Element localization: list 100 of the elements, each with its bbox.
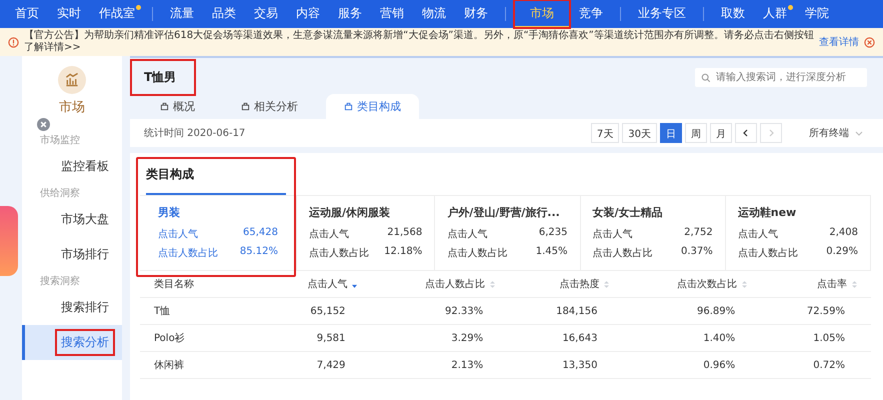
table-cell: 184,156 (556, 306, 598, 316)
sidebar-item[interactable]: 搜索排行 (22, 290, 122, 325)
category-summary[interactable]: 运动服/休闲服装 点击人气 21,568 点击人数占比 12.18% (296, 196, 436, 270)
table-cell: 72.59% (806, 306, 845, 316)
metric-value: 65,428 (243, 227, 278, 240)
metric-value: 2,408 (829, 227, 858, 240)
tab[interactable]: 类目构成 (326, 94, 419, 119)
nav-tab[interactable]: 首页 (6, 0, 48, 28)
nav-tab[interactable]: 财务 (455, 0, 497, 28)
column-header: 类目名称 (154, 278, 194, 291)
sidebar-item[interactable]: 市场大盘 (22, 202, 122, 237)
category-name: 女装/女士精品 (592, 205, 664, 220)
metric-label: 点击人气 (447, 228, 488, 241)
metric-label: 点击人气 (309, 228, 349, 241)
metric-value: 2,752 (684, 227, 713, 240)
category-name: 运动鞋new (738, 205, 798, 220)
nav-tab[interactable]: 取数 (712, 0, 754, 28)
sidebar-group-label: 搜索洞察 (39, 274, 81, 289)
sidebar-item[interactable]: 搜索分析 (22, 325, 122, 360)
metric-label: 点击人数占比 (592, 246, 652, 260)
category-name: 户外/登山/野营/旅行... (447, 205, 561, 220)
column-header[interactable]: 点击率 (817, 277, 847, 291)
nav-tab[interactable]: 物流 (413, 0, 455, 28)
previous-button[interactable] (735, 123, 757, 143)
range-button[interactable]: 日 (660, 123, 682, 143)
nav-tab[interactable]: 竞争 (570, 0, 612, 28)
bag-icon (241, 102, 250, 111)
sidebar-item[interactable]: 市场排行 (22, 237, 122, 272)
tab[interactable]: 概况 (142, 94, 213, 119)
category-name: 男装 (158, 205, 181, 220)
nav-tab[interactable]: 人群 (754, 0, 796, 28)
category-summary[interactable]: 女装/女士精品 点击人气 2,752 点击人数占比 0.37% (580, 196, 726, 270)
sidebar-group-label: 供给洞察 (39, 186, 81, 201)
chevron-down-icon (855, 129, 863, 137)
metric-label: 点击人数占比 (447, 246, 508, 260)
range-button[interactable]: 7天 (590, 123, 620, 143)
tab[interactable]: 相关分析 (223, 94, 316, 119)
nav-tab[interactable]: 内容 (287, 0, 329, 28)
nav-tab[interactable]: 实时 (48, 0, 90, 28)
nav-tab[interactable]: 品类 (203, 0, 245, 28)
column-header[interactable]: 点击次数占比 (677, 277, 738, 291)
metric-value: 85.12% (240, 246, 278, 259)
nav-tab[interactable]: 学院 (796, 0, 838, 28)
bag-icon (344, 102, 353, 111)
close-icon[interactable] (864, 36, 875, 48)
category-name: 运动服/休闲服装 (309, 205, 392, 220)
range-button[interactable]: 周 (685, 123, 707, 143)
sidebar-item[interactable]: 监控看板 (22, 149, 122, 184)
metric-label: 点击人数占比 (309, 246, 369, 260)
info-icon (8, 36, 19, 48)
metric-value: 1.45% (536, 246, 568, 259)
table-cell: 休闲裤 (154, 360, 184, 371)
table-cell: 92.33% (444, 306, 484, 316)
category-summary[interactable]: 男装 点击人气 65,428 点击人数占比 85.12% (140, 196, 290, 270)
table-cell: 1.40% (703, 332, 736, 344)
terminal-dropdown[interactable]: 所有终端 (803, 125, 869, 141)
sidebar-title: 市场 (59, 99, 85, 116)
metric-value: 0.29% (826, 246, 858, 259)
nav-tab[interactable]: 服务 (329, 0, 371, 28)
nav-tab[interactable]: 流量 (161, 0, 203, 28)
nav-tab[interactable]: 市场 (514, 0, 570, 28)
column-header[interactable]: 点击人数占比 (425, 277, 486, 291)
category-summary[interactable]: 户外/登山/野营/旅行... 点击人气 6,235 点击人数占比 1.45% (435, 196, 580, 270)
column-header[interactable]: 点击热度 (559, 277, 600, 291)
metric-value: 21,568 (387, 227, 422, 240)
category-summary[interactable]: 运动鞋new 点击人气 2,408 点击人数占比 0.29% (726, 196, 871, 270)
table-cell: Polo衫 (154, 333, 185, 344)
search-icon (701, 72, 711, 82)
table-cell: 65,152 (310, 306, 346, 316)
nav-tab[interactable]: 业务专区 (629, 0, 695, 28)
table-cell: 3.29% (451, 332, 484, 344)
metric-label: 点击人气 (592, 228, 632, 241)
close-icon[interactable] (37, 118, 50, 131)
metric-label: 点击人数占比 (738, 246, 798, 260)
view-details-link[interactable]: 查看详情 (819, 35, 859, 49)
section-title: 类目构成 (146, 166, 286, 195)
column-header[interactable]: 点击人气 (307, 277, 348, 291)
metric-label: 点击人气 (158, 228, 198, 241)
chevron-left-icon (742, 129, 750, 137)
chevron-right-icon (767, 129, 775, 137)
metric-label: 点击人气 (738, 228, 778, 241)
nav-tab[interactable]: 营销 (371, 0, 413, 28)
notice-text: 【官方公告】为帮助亲们精准评估618大促会场等渠道效果，生意参谋流量来源将新增“大促会场”渠道。另外，原“手淘猜你喜欢”等渠道统计范围亦有所调整。请务必点击右侧按钮了解详情>> (24, 30, 814, 54)
range-button[interactable]: 月 (710, 123, 732, 143)
table-cell: 2.13% (451, 360, 484, 370)
table-cell: 1.05% (813, 332, 845, 344)
table-cell: 7,429 (316, 360, 346, 370)
metric-value: 6,235 (538, 227, 568, 240)
page-title: T恤男 (132, 61, 194, 94)
bar-chart-icon (58, 66, 86, 94)
metric-label: 点击人数占比 (158, 246, 218, 260)
sidebar-group-label: 市场监控 (39, 134, 81, 148)
nav-tab[interactable]: 交易 (245, 0, 287, 28)
date-label: 统计时间 2020-06-17 (144, 126, 246, 140)
promo-banner-placeholder (0, 206, 18, 276)
table-cell: 0.72% (813, 360, 845, 370)
metric-value: 12.18% (384, 246, 422, 259)
nav-tab[interactable]: 作战室 (90, 0, 144, 28)
table-cell: 96.89% (697, 306, 736, 316)
range-button[interactable]: 30天 (622, 123, 657, 143)
